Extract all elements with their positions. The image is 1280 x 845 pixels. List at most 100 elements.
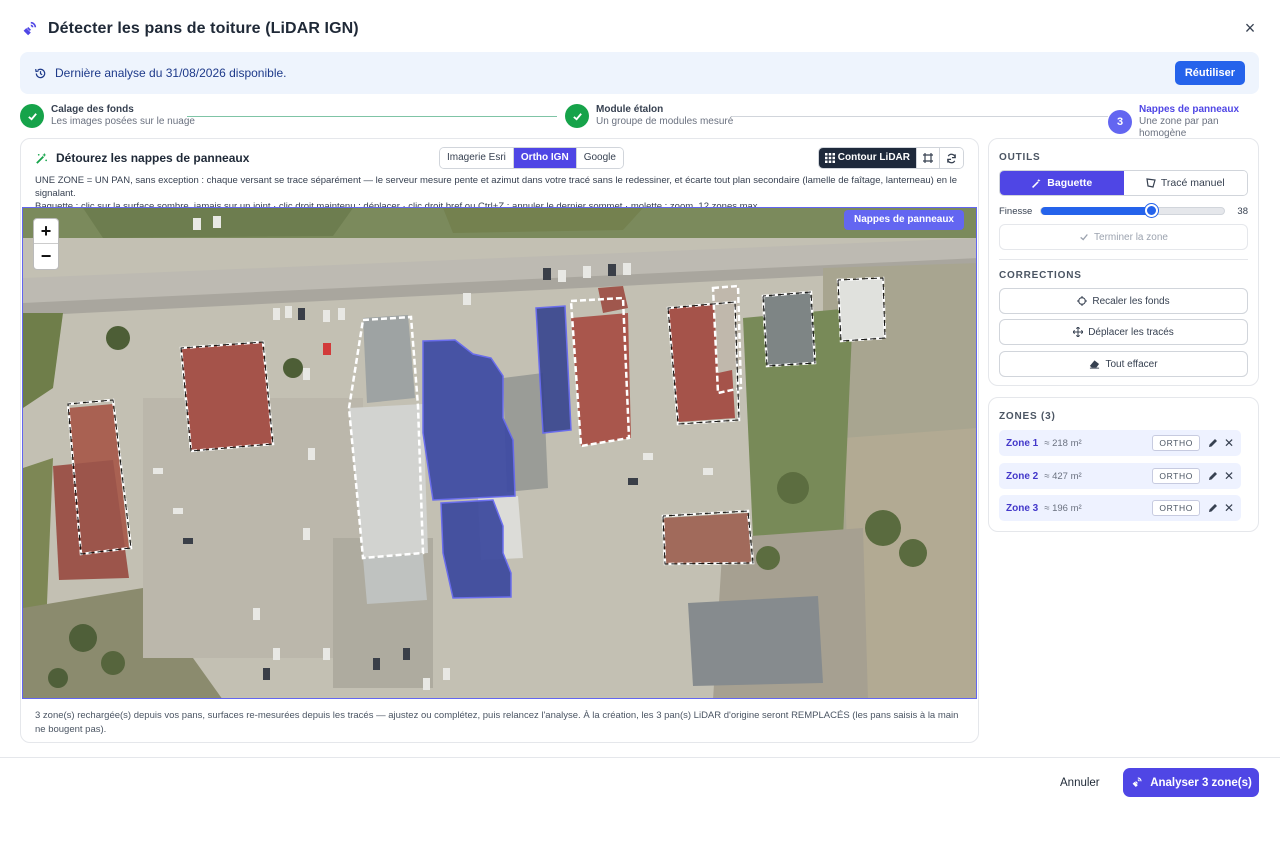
move-traces-label: Déplacer les tracés [1088,326,1174,338]
step-module: Module étalon Un groupe de modules mesur… [565,104,733,128]
recalibrate-label: Recaler les fonds [1092,295,1170,307]
zone-source-tag: ORTHO [1152,500,1200,516]
finish-zone-button[interactable]: Terminer la zone [999,224,1248,250]
check-icon [20,104,44,128]
zoom-control: + − [33,218,59,270]
basemap-ortho-ign[interactable]: Ortho IGN [513,148,577,168]
finesse-slider-handle[interactable] [1145,204,1159,217]
zone-row[interactable]: Zone 3 ≈ 196 m² ORTHO ✕ [999,495,1241,521]
satellite-icon [23,21,37,36]
tab-manual-label: Tracé manuel [1160,177,1225,189]
move-traces-button[interactable]: Déplacer les tracés [999,319,1248,345]
step-title: Calage des fonds [51,104,134,115]
reuse-button[interactable]: Réutiliser [1174,61,1245,85]
zone-area: ≈ 427 m² [1044,470,1082,482]
zone-name: Zone 2 [1006,470,1039,482]
step-nappes: 3 Nappes de panneaux Une zone par pan ho… [1108,104,1259,140]
zone-row[interactable]: Zone 1 ≈ 218 m² ORTHO ✕ [999,430,1241,456]
satellite-icon [1132,777,1142,788]
step-connector [732,116,1108,117]
clear-all-label: Tout effacer [1105,358,1158,370]
tab-manual[interactable]: Tracé manuel [1123,171,1247,195]
divider [999,259,1248,260]
step-number: 3 [1108,110,1132,134]
refresh-icon [947,153,956,163]
zone-name: Zone 1 [1006,437,1039,449]
edit-icon[interactable] [1207,437,1219,449]
corrections-section-label: CORRECTIONS [999,270,1082,281]
zoom-in-button[interactable]: + [34,219,58,244]
polygon-icon [1146,178,1156,188]
step-title: Nappes de panneaux [1139,104,1240,115]
orthophoto [23,208,976,698]
step-calage: Calage des fonds Les images posées sur l… [20,104,195,128]
edit-icon[interactable] [1207,470,1219,482]
step-subtitle: Une zone par pan homogène [1139,116,1219,139]
map-tools: Contour LiDAR [817,147,964,169]
map-panel: Détourez les nappes de panneaux Imagerie… [20,138,979,743]
delete-icon[interactable]: ✕ [1224,470,1234,482]
tool-tabs: Baguette Tracé manuel [999,170,1248,196]
finesse-slider-fill [1041,207,1153,215]
layer-badge: Nappes de panneaux [843,210,964,230]
tab-wand-label: Baguette [1047,177,1093,189]
finesse-slider[interactable] [1040,204,1226,217]
stepper: Calage des fonds Les images posées sur l… [20,104,1259,139]
finish-zone-label: Terminer la zone [1094,231,1168,243]
contour-lidar-label: Contour LiDAR [837,152,910,163]
basemap-selector: Imagerie Esri Ortho IGN Google [439,147,624,169]
clear-all-button[interactable]: Tout effacer [999,351,1248,377]
contour-lidar-button[interactable]: Contour LiDAR [818,148,917,168]
zoom-out-button[interactable]: − [34,244,58,269]
zone-source-tag: ORTHO [1152,468,1200,484]
zones-section-label: ZONES (3) [999,411,1056,422]
finesse-control: Finesse 38 [999,204,1248,218]
analyse-button[interactable]: Analyser 3 zone(s) [1123,768,1259,797]
zone-row[interactable]: Zone 2 ≈ 427 m² ORTHO ✕ [999,463,1241,489]
zone-source-tag: ORTHO [1152,435,1200,451]
dialog-title: Détecter les pans de toiture (LiDAR IGN) [48,20,359,37]
zone-name: Zone 3 [1006,502,1039,514]
instructions-line-1: UNE ZONE = UN PAN, sans exception : chaq… [35,175,958,199]
check-icon [1080,234,1088,241]
close-icon[interactable]: × [1240,18,1260,38]
analyse-label: Analyser 3 zone(s) [1150,776,1252,789]
magic-wand-icon [1032,178,1041,188]
delete-icon[interactable]: ✕ [1224,437,1234,449]
check-icon [565,104,589,128]
zone-area: ≈ 196 m² [1044,502,1082,514]
eraser-icon [1090,360,1100,369]
tab-wand[interactable]: Baguette [1000,171,1124,195]
zone-area: ≈ 218 m² [1044,437,1082,449]
recalibrate-button[interactable]: Recaler les fonds [999,288,1248,314]
dialog-header: Détecter les pans de toiture (LiDAR IGN) [20,17,359,41]
crosshair-icon [1077,296,1088,306]
frame-icon [923,153,933,163]
aerial-map[interactable]: + − Nappes de panneaux [22,207,977,699]
detect-roof-dialog: Détecter les pans de toiture (LiDAR IGN)… [0,0,1280,845]
banner-text: Dernière analyse du 31/08/2026 disponibl… [55,66,287,80]
cancel-button[interactable]: Annuler [1050,772,1110,794]
frame-button[interactable] [917,148,940,168]
step-connector [187,116,557,117]
previous-analysis-banner: Dernière analyse du 31/08/2026 disponibl… [20,52,1259,94]
step-subtitle: Les images posées sur le nuage [51,116,195,127]
edit-icon[interactable] [1207,502,1219,514]
panel-title-text: Détourez les nappes de panneaux [56,151,250,165]
step-subtitle: Un groupe de modules mesuré [596,116,734,127]
tools-card: OUTILS Baguette Tracé manuel Finesse 38 … [988,138,1259,386]
zones-card: ZONES (3) Zone 1 ≈ 218 m² ORTHO ✕ Zone 2… [988,397,1259,532]
finesse-value: 38 [1237,205,1248,217]
finesse-label: Finesse [999,205,1033,217]
grid-icon [824,153,835,163]
panel-title: Détourez les nappes de panneaux [35,151,249,165]
reload-note: 3 zone(s) rechargée(s) depuis vos pans, … [35,710,959,735]
basemap-esri[interactable]: Imagerie Esri [440,148,514,168]
magic-wand-icon [36,152,47,164]
history-icon [35,68,46,78]
refresh-button[interactable] [940,148,963,168]
step-title: Module étalon [596,104,664,115]
move-icon [1073,327,1084,337]
delete-icon[interactable]: ✕ [1224,502,1234,514]
basemap-google[interactable]: Google [576,148,623,168]
